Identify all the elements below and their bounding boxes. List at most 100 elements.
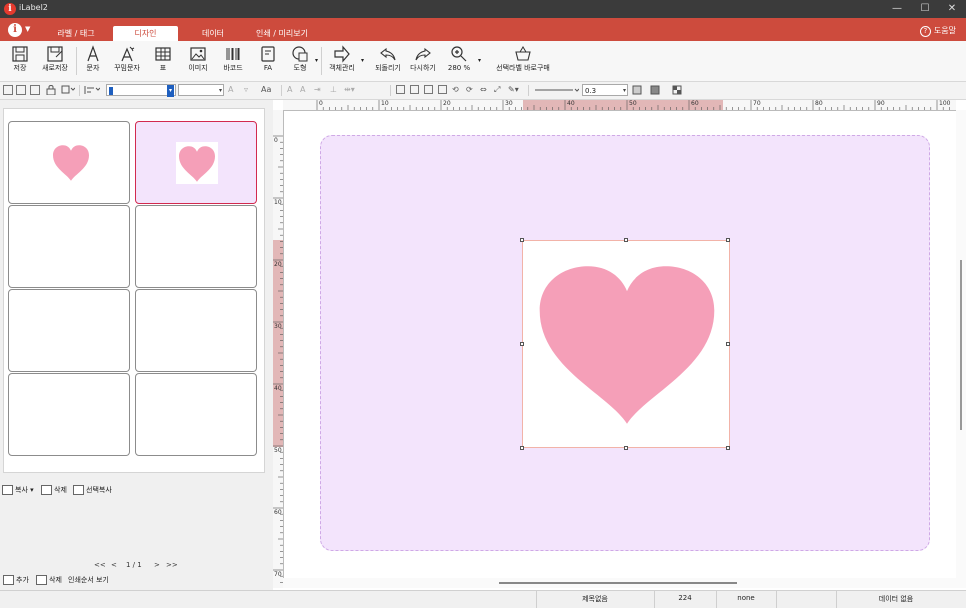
print-order-button[interactable]: 인쇄순서 보기 [68,575,109,585]
label-cell[interactable] [8,121,130,204]
ruler-label: 80 [815,100,823,107]
transform-icon[interactable]: ⤢ [494,85,504,95]
barcode-tool-button[interactable]: 바코드 [220,43,246,79]
save-as-button[interactable]: 새로저장 [38,43,72,79]
maximize-button[interactable]: ☐ [911,0,939,18]
undo-button[interactable]: 되돌리기 [372,43,404,79]
tab-data[interactable]: 데이터 [186,26,240,41]
scrollbar-thumb[interactable] [960,260,962,430]
label-cell[interactable] [135,289,257,372]
align-top-icon[interactable] [438,85,447,94]
resize-handle[interactable] [520,342,524,346]
label-cell[interactable] [8,289,130,372]
ruler-label: 10 [274,199,282,206]
minimize-button[interactable]: — [883,0,911,18]
align-right-icon[interactable] [424,85,433,94]
align-icon[interactable] [84,85,101,95]
pager-next[interactable]: > [154,561,160,569]
resize-handle[interactable] [624,238,628,242]
image-tool-button[interactable]: 이미지 [185,43,211,79]
scrollbar-thumb[interactable] [499,582,737,584]
resize-handle[interactable] [726,446,730,450]
font-size-select[interactable]: ▾ [178,84,224,96]
label-cell-selected[interactable] [135,121,257,204]
remove-page-button[interactable]: 삭제 [36,575,62,585]
zoom-button[interactable]: 280 % ▾ [447,43,481,79]
label-cell[interactable] [8,205,130,288]
fancy-text-label: 꾸밈문자 [114,64,140,72]
resize-handle[interactable] [726,342,730,346]
copy-icon[interactable] [16,85,26,95]
more-transform-icon[interactable]: ✎▾ [508,85,522,95]
table-tool-button[interactable]: 표 [152,43,174,79]
horizontal-scrollbar[interactable] [283,578,956,588]
fill-color-icon[interactable] [650,85,664,95]
redo-button[interactable]: 다시하기 [408,43,438,79]
fa-tool-button[interactable]: FA [257,43,279,79]
vertical-scrollbar[interactable] [956,110,966,588]
help-label: 도움말 [933,26,956,35]
object-manage-button[interactable]: 객체관리 ▾ [326,43,364,79]
label-cell[interactable] [135,205,257,288]
lock-icon[interactable] [46,85,56,96]
save-as-label: 새로저장 [42,64,68,72]
text-spacing-icon[interactable]: ⇹▾ [344,85,374,95]
help-button[interactable]: ? 도움말 [919,25,956,37]
align-left-icon[interactable] [396,85,405,94]
pager-last[interactable]: >> [166,561,178,569]
resize-handle[interactable] [624,446,628,450]
resize-handle[interactable] [520,238,524,242]
rotate-icon[interactable]: ⟲ [452,85,462,95]
label-cell[interactable] [135,373,257,456]
buy-label-button[interactable]: 선택라벨 바로구매 [490,43,556,79]
undo-icon [380,47,396,61]
line-style-select[interactable] [535,85,580,95]
pager-prev[interactable]: < [111,561,117,569]
font-select[interactable]: ▾ [106,84,176,97]
fancy-text-button[interactable]: 꾸밈문자 [110,43,144,79]
ruler-label: 40 [274,385,282,392]
design-canvas-area[interactable]: 0 10 20 30 40 50 60 70 80 90 100 0 10 20 30 40 50 60 70 [273,100,966,590]
delete-label-button[interactable]: 삭제 [41,485,67,495]
text-style-icon[interactable]: A [228,85,242,95]
text-align-icon[interactable]: ⇥ [314,85,324,95]
image-icon [190,47,206,61]
save-button[interactable]: 저장 [6,43,34,79]
add-page-button[interactable]: 추가 [3,575,29,585]
resize-handle[interactable] [726,238,730,242]
copy-icon [2,485,13,495]
align-center-icon[interactable] [410,85,419,94]
ribbon-divider [76,47,77,75]
tab-print-preview[interactable]: 인쇄 / 미리보기 [245,26,319,41]
tab-label-tag[interactable]: 라벨 / 태그 [44,26,108,41]
line-color-icon[interactable] [632,85,646,95]
label-cell[interactable] [8,373,130,456]
text-valign-icon[interactable]: ⊥ [330,85,340,95]
pager-first[interactable]: << [94,561,106,569]
page-icon[interactable] [3,85,13,95]
app-menu-button[interactable]: i ▼ [8,23,32,37]
outline-a-icon[interactable]: A [300,85,310,95]
bold-a-icon[interactable]: A [287,85,297,95]
fancy-text-icon [121,46,135,62]
window-title: iLabel2 [19,3,48,12]
close-button[interactable]: ✕ [938,0,966,18]
mirror-icon[interactable]: ⇔ [480,85,490,95]
text-color-icon[interactable]: ▿ [244,85,256,95]
shape-tool-button[interactable]: 도형 ▾ [288,43,318,79]
paste-icon[interactable] [30,85,40,95]
text-tool-button[interactable]: 문자 [82,43,104,79]
transparency-icon[interactable] [672,85,684,95]
line-width-select[interactable]: 0.3 ▾ [582,84,628,96]
resize-handle[interactable] [520,446,524,450]
heart-image-object[interactable] [520,238,730,450]
status-data: 데이터 없음 [878,595,914,603]
label-grid [3,108,265,473]
copy-button[interactable]: 복사 ▾ [2,485,34,495]
tab-design[interactable]: 디자인 [113,26,178,41]
layer-order-icon[interactable] [61,85,76,95]
flip-icon[interactable]: ⟳ [466,85,476,95]
ruler-label: 100 [939,100,951,107]
select-copy-button[interactable]: 선택복사 [73,485,112,495]
text-case-icon[interactable]: Aa [261,85,277,95]
